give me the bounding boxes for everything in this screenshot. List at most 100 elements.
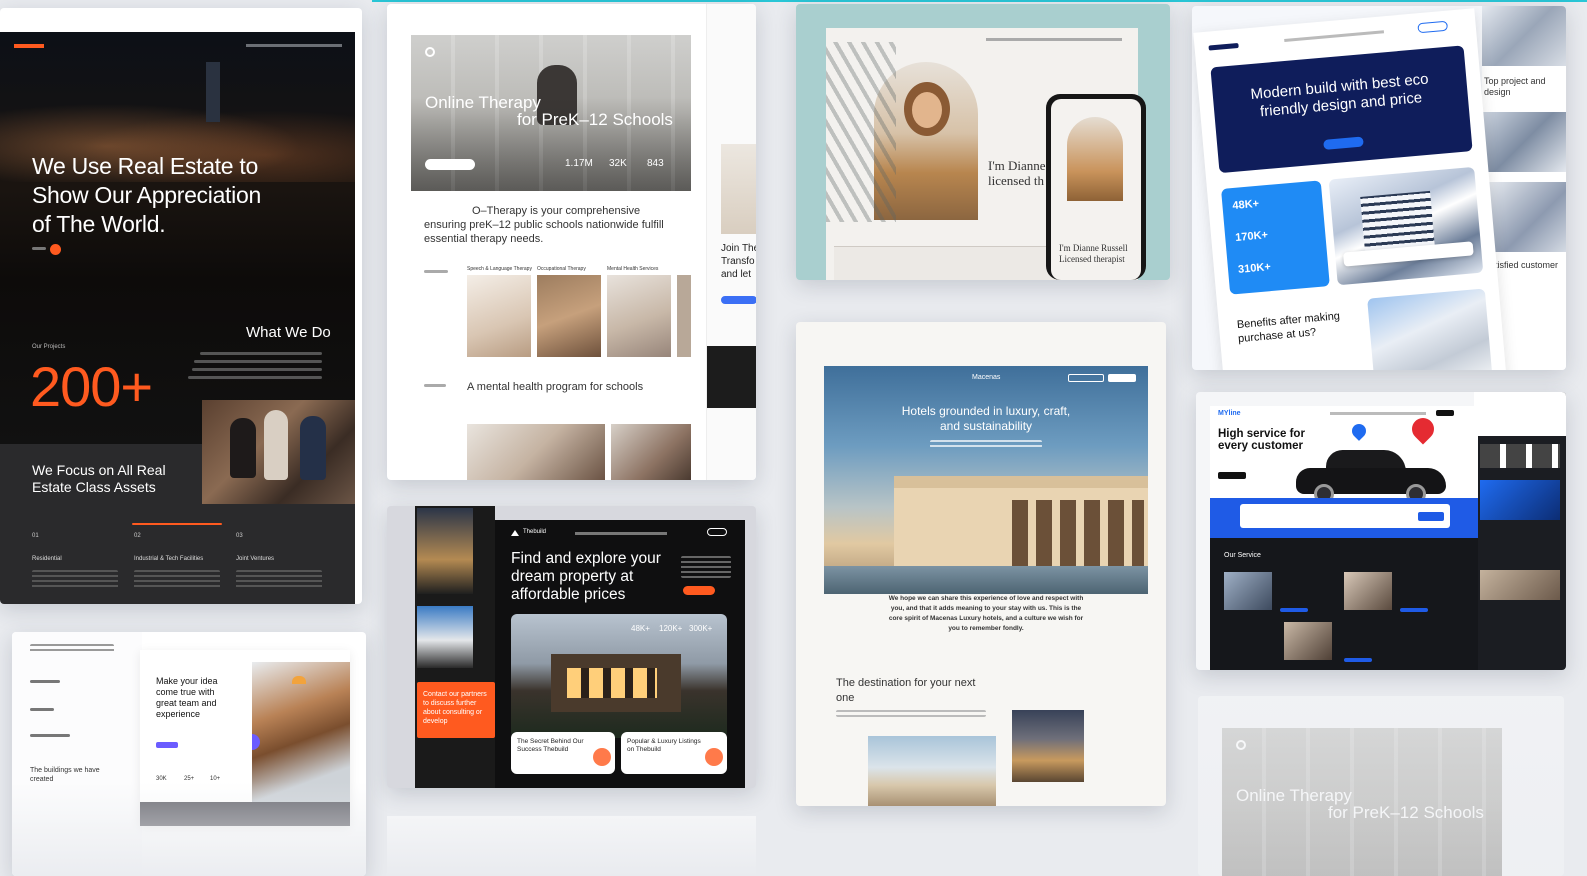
program-photo-1: [467, 424, 605, 480]
hotel-subtext: [930, 440, 1042, 448]
phone-name: I'm Dianne Russell Licensed therapist: [1059, 243, 1128, 264]
what-we-do-text-1: [200, 352, 322, 355]
counselor-template-card[interactable]: I'm Dianne licensed th I'm Dianne Russel…: [796, 4, 1170, 280]
eco-nav-button[interactable]: [1417, 20, 1449, 34]
thebuild-brand: Thebuild: [523, 529, 547, 535]
hotel-quote: We hope we can share this experience of …: [888, 595, 1084, 632]
service-link-a[interactable]: [1280, 608, 1308, 612]
col-text-1: [32, 570, 118, 590]
side-dark-block: [707, 346, 756, 408]
hotel-building: [894, 476, 1148, 572]
realestate-template-card[interactable]: We Use Real Estate to Show Our Appreciat…: [0, 8, 362, 604]
therapy-stat-1: 1.17M: [565, 158, 593, 169]
map-pin-large-icon: [1407, 413, 1439, 445]
col-num-2: 02: [134, 533, 141, 539]
service-link-b[interactable]: [1400, 608, 1428, 612]
projects-stat: 200+: [30, 355, 153, 418]
therapy-cta-button[interactable]: [425, 159, 475, 170]
service-photo-4: [677, 275, 691, 357]
what-we-do-text-2: [194, 360, 322, 363]
thebuild-template-card[interactable]: Contact our partners to discuss further …: [387, 506, 756, 788]
col-title-3: Joint Ventures: [236, 556, 275, 562]
therapy-logo: [425, 47, 435, 57]
myline-booking-form[interactable]: [1240, 504, 1450, 528]
thebuild-cta-button[interactable]: [683, 586, 715, 595]
construction-template-card[interactable]: The buildings we have created Make your …: [12, 632, 366, 876]
faded-bottom-card: [387, 816, 756, 876]
therapy-stat-2: 32K: [609, 158, 627, 169]
therapy-faded-hero: Online Therapy for PreK–12 Schools: [1222, 728, 1502, 876]
eco-template-card[interactable]: Top project and design Satisfied custome…: [1192, 6, 1566, 370]
hotel-brand: Macenas: [972, 374, 1001, 381]
myline-book-button[interactable]: [1418, 512, 1444, 521]
myline-side-photo-3: [1480, 570, 1560, 600]
thebuild-headline: Find and explore your dream property at …: [511, 550, 661, 603]
therapy-template-card[interactable]: Online Therapy for PreK–12 Schools 1.17M…: [387, 4, 756, 480]
eco-stat-2: 170K+: [1234, 229, 1269, 244]
thebuild-left-strip: Contact our partners to discuss further …: [415, 506, 495, 788]
logo-mark: [14, 44, 44, 48]
myline-nav[interactable]: [1330, 412, 1426, 415]
side-cta-button[interactable]: [721, 296, 756, 304]
construction-cta-button[interactable]: [156, 742, 178, 748]
thebuild-left-photo-1: [417, 508, 473, 594]
side-cta-text: Join The Transfo and let: [721, 243, 756, 280]
thebuild-card1-text: The Secret Behind Our Success Thebuild: [517, 738, 584, 753]
eco-hero-box: Modern build with best eco friendly desi…: [1210, 45, 1473, 174]
hero-cta-label: [32, 247, 46, 250]
hotel-photo-2: [1012, 710, 1084, 782]
side-bed-photo: [721, 144, 756, 234]
eco-logo: [1208, 42, 1239, 51]
construction-left-line-4: [30, 734, 70, 737]
construction-stat-3: 10+: [210, 776, 221, 782]
thebuild-page: Thebuild Find and explore your dream pro…: [495, 520, 745, 788]
myline-cta-button[interactable]: [1218, 472, 1246, 479]
hero-cta-dot[interactable]: [50, 244, 61, 255]
myline-side-panel: [1474, 392, 1566, 670]
eco-stats-box: 48K+ 170K+ 310K+: [1221, 180, 1330, 295]
eco-headline: Modern build with best eco friendly desi…: [1249, 70, 1430, 121]
hotel-nav-button-1[interactable]: [1068, 374, 1104, 382]
construction-play-button[interactable]: [252, 734, 260, 750]
myline-headline: High service for every customer: [1218, 428, 1305, 452]
therapy-faded-line2: for PreK–12 Schools: [1328, 803, 1484, 822]
thebuild-house-photo: 48K+ 120K+ 300K+: [511, 614, 727, 738]
myline-template-card[interactable]: MYline High service for every customer O…: [1196, 392, 1566, 670]
eco-benefits: Benefits after making purchase at us?: [1236, 310, 1341, 346]
myline-side-photo-1: [1474, 392, 1566, 436]
hotel-template-card[interactable]: Macenas Hotels grounded in luxury, craft…: [796, 322, 1166, 806]
thebuild-card2-arrow[interactable]: [705, 748, 723, 766]
myline-nav-button[interactable]: [1436, 410, 1454, 416]
our-projects-label: Our Projects: [32, 344, 66, 350]
construction-main-page: Make your idea come true with great team…: [140, 650, 350, 826]
eco-page: Modern build with best eco friendly desi…: [1193, 8, 1508, 370]
hotel-nav-button-2[interactable]: [1108, 374, 1136, 382]
thebuild-card1-arrow[interactable]: [593, 748, 611, 766]
therapy-hero-line2: for PreK–12 Schools: [517, 110, 673, 129]
eco-nav[interactable]: [1284, 30, 1385, 42]
col-title-1: Residential: [32, 556, 62, 562]
nav-links[interactable]: [246, 44, 342, 47]
thebuild-info-card-1[interactable]: The Secret Behind Our Success Thebuild: [511, 732, 615, 774]
hotel-dest-text: [836, 710, 986, 717]
hotel-photo-1: [868, 736, 996, 806]
thebuild-register-button[interactable]: [707, 528, 727, 536]
thebuild-nav[interactable]: [575, 532, 667, 535]
what-we-do: What We Do: [246, 324, 331, 341]
realestate-hero: We Use Real Estate to Show Our Appreciat…: [0, 32, 355, 444]
construction-worker-photo: [252, 662, 350, 802]
eco-building-photo: [1328, 166, 1484, 286]
map-pin-icon: [1349, 421, 1369, 441]
counselor-nav[interactable]: [986, 38, 1122, 41]
therapy-faded-card[interactable]: Online Therapy for PreK–12 Schools: [1198, 696, 1564, 876]
eco-hero-button[interactable]: [1323, 136, 1364, 150]
what-we-do-text-4: [188, 376, 322, 379]
myline-page: MYline High service for every customer O…: [1210, 406, 1478, 670]
service-link-c[interactable]: [1344, 658, 1372, 662]
construction-left-line-1: [30, 644, 114, 654]
myline-side-cars: [1480, 444, 1560, 468]
thebuild-info-card-2[interactable]: Popular & Luxury Listings on Thebuild: [621, 732, 727, 774]
construction-left-page: The buildings we have created: [12, 632, 142, 876]
thebuild-side-text: Contact our partners to discuss further …: [423, 691, 487, 725]
thebuild-subtext: [681, 556, 731, 578]
